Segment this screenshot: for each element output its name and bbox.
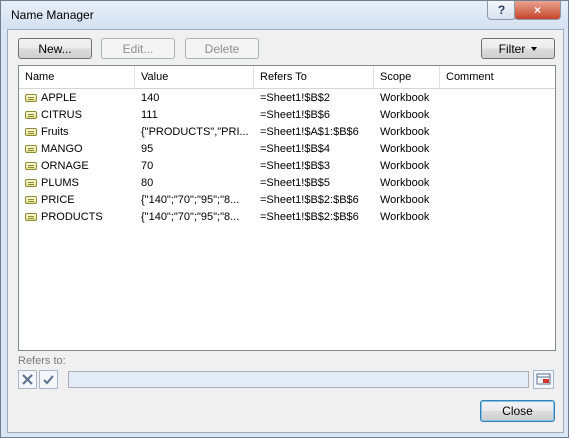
range-select-icon [536,373,551,385]
row-refers-to: =Sheet1!$B$5 [260,177,331,189]
row-name: APPLE [41,92,77,104]
table-row[interactable]: MANGO 95 =Sheet1!$B$4 Workbook [19,141,555,158]
row-refers-to: =Sheet1!$B$2:$B$6 [260,194,359,206]
refers-to-label: Refers to: [18,355,66,367]
row-value: {"140";"70";"95";"8... [141,211,240,223]
new-button[interactable]: New... [18,38,92,59]
column-header-comment[interactable]: Comment [440,66,555,88]
row-name: MANGO [41,143,83,155]
row-name: PRODUCTS [41,211,103,223]
help-button[interactable]: ? [487,1,516,20]
row-scope: Workbook [380,143,430,155]
defined-name-icon [25,162,37,170]
row-scope: Workbook [380,126,430,138]
window-close-button[interactable]: × [514,1,561,20]
table-row[interactable]: PLUMS 80 =Sheet1!$B$5 Workbook [19,175,555,192]
filter-button-label: Filter [498,41,526,56]
defined-name-icon [25,94,37,102]
row-value: 140 [141,92,160,104]
x-icon [22,374,33,385]
row-value: 70 [141,160,154,172]
column-header-scope[interactable]: Scope [374,66,440,88]
row-refers-to: =Sheet1!$A$1:$B$6 [260,126,359,138]
row-refers-to: =Sheet1!$B$2:$B$6 [260,211,359,223]
row-value: {"PRODUCTS","PRI... [141,126,249,138]
row-value: 80 [141,177,154,189]
delete-button[interactable]: Delete [185,38,259,59]
table-row[interactable]: Fruits {"PRODUCTS","PRI... =Sheet1!$A$1:… [19,124,555,141]
row-name: ORNAGE [41,160,89,172]
defined-name-icon [25,179,37,187]
row-value: 111 [141,109,158,121]
dialog-body: New... Edit... Delete Filter Name Value … [7,29,564,433]
defined-name-icon [25,111,37,119]
dialog-title: Name Manager [11,8,94,22]
commit-edit-button[interactable] [39,370,58,389]
row-scope: Workbook [380,211,430,223]
column-header-refers-to[interactable]: Refers To [254,66,374,88]
row-name: PLUMS [41,177,79,189]
row-scope: Workbook [380,194,430,206]
row-scope: Workbook [380,92,430,104]
help-icon: ? [497,3,506,17]
defined-name-icon [25,145,37,153]
column-header-value[interactable]: Value [135,66,254,88]
row-value: {"140";"70";"95";"8... [141,194,240,206]
dropdown-arrow-icon [531,46,538,51]
row-scope: Workbook [380,177,430,189]
defined-name-icon [25,196,37,204]
table-row[interactable]: PRICE {"140";"70";"95";"8... =Sheet1!$B$… [19,192,555,209]
close-button[interactable]: Close [480,400,555,422]
row-scope: Workbook [380,160,430,172]
close-icon: × [533,3,541,17]
column-header-name[interactable]: Name [19,66,135,88]
title-bar: Name Manager ? × [1,1,568,29]
list-rows: APPLE 140 =Sheet1!$B$2 Workbook CITRUS 1… [19,90,555,226]
edit-button[interactable]: Edit... [101,38,175,59]
row-name: CITRUS [41,109,82,121]
names-list[interactable]: Name Value Refers To Scope Comment APPLE… [18,65,556,351]
new-button-label: New... [38,41,72,56]
table-row[interactable]: PRODUCTS {"140";"70";"95";"8... =Sheet1!… [19,209,555,226]
row-refers-to: =Sheet1!$B$6 [260,109,331,121]
defined-name-icon [25,128,37,136]
row-refers-to: =Sheet1!$B$2 [260,92,331,104]
table-row[interactable]: CITRUS 111 =Sheet1!$B$6 Workbook [19,107,555,124]
defined-name-icon [25,213,37,221]
table-row[interactable]: APPLE 140 =Sheet1!$B$2 Workbook [19,90,555,107]
delete-button-label: Delete [204,41,240,56]
checkmark-icon [43,375,54,385]
cancel-edit-button[interactable] [18,370,37,389]
row-name: Fruits [41,126,69,138]
edit-button-label: Edit... [122,41,154,56]
table-row[interactable]: ORNAGE 70 =Sheet1!$B$3 Workbook [19,158,555,175]
collapse-dialog-button[interactable] [533,370,554,389]
row-value: 95 [141,143,154,155]
row-scope: Workbook [380,109,430,121]
row-refers-to: =Sheet1!$B$4 [260,143,331,155]
filter-button[interactable]: Filter [481,38,555,59]
row-name: PRICE [41,194,75,206]
row-refers-to: =Sheet1!$B$3 [260,160,331,172]
refers-to-input[interactable] [68,371,529,388]
name-manager-dialog: Name Manager ? × New... Edit... Delete F… [0,0,569,438]
close-button-label: Close [502,404,533,418]
list-header: Name Value Refers To Scope Comment [19,66,555,89]
